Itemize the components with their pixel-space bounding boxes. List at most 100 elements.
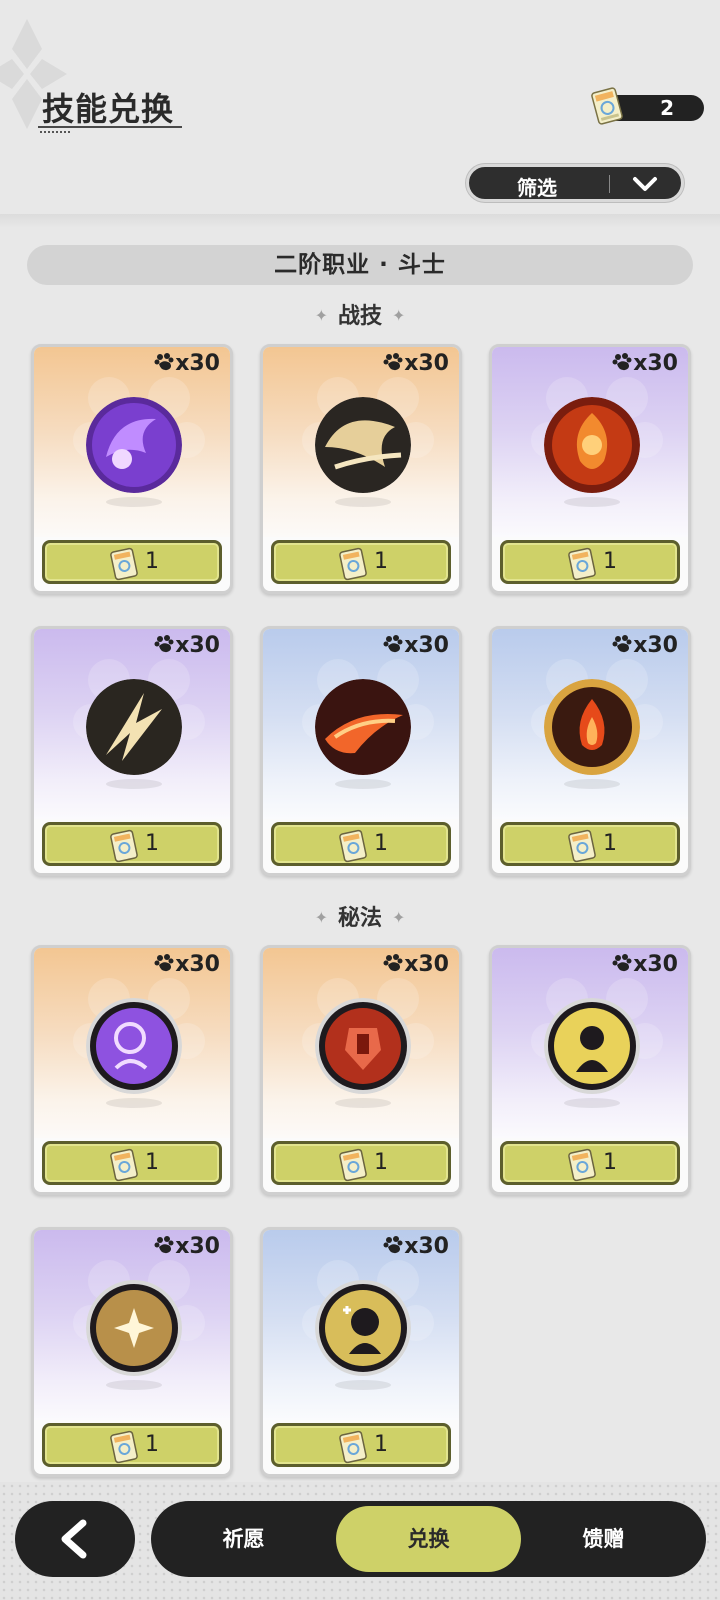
red-armor-emblem-icon [315,998,411,1094]
skill-card[interactable]: x30 1 [489,626,691,876]
title-underline [38,126,182,128]
section-heading-combat: ✦ 战技 ✦ [0,298,720,330]
skill-card[interactable]: x30 1 [489,344,691,594]
skill-ticket-icon [110,1430,138,1464]
orb-shadow [335,1098,391,1108]
bottom-tab-bar: 祈愿 兑换 馈赠 [151,1501,706,1577]
tab-exchange[interactable]: 兑换 [336,1506,521,1572]
chevron-left-icon [61,1519,87,1559]
sparkle-icon: ✦ [392,306,406,325]
paw-token-icon [154,954,174,972]
exchange-price: 1 [603,1150,617,1175]
skill-ticket-icon [339,829,367,863]
exchange-button[interactable]: 1 [271,1141,451,1185]
orb-shadow [335,1380,391,1390]
back-button[interactable] [15,1501,135,1577]
card-cost-value: x30 [175,952,220,977]
card-cost: x30 [154,633,220,658]
skill-ticket-icon [568,547,596,581]
flame-ring-orb-icon [544,679,640,775]
skill-card[interactable]: x30 1 [489,945,691,1195]
purple-spirit-emblem-icon [86,998,182,1094]
tab-gift[interactable]: 馈赠 [531,1501,676,1577]
orb-shadow [335,497,391,507]
page-title: 技能兑换 [42,90,175,128]
exchange-price: 1 [374,1150,388,1175]
card-cost: x30 [383,351,449,376]
sparkle-icon: ✦ [392,908,406,927]
exchange-button[interactable]: 1 [271,540,451,584]
tab-pray[interactable]: 祈愿 [171,1501,316,1577]
orb-shadow [106,497,162,507]
skill-card[interactable]: x30 1 [31,945,233,1195]
orb-shadow [106,1098,162,1108]
chevron-down-icon [633,177,657,191]
paw-token-icon [383,954,403,972]
flame-sigil-orb-icon [544,397,640,493]
filter-button[interactable]: 筛选 [466,164,684,202]
paw-token-icon [612,353,632,371]
exchange-button[interactable]: 1 [42,540,222,584]
skill-ticket-icon [591,87,623,125]
exchange-button[interactable]: 1 [500,1141,680,1185]
card-cost: x30 [154,1234,220,1259]
card-cost: x30 [383,633,449,658]
exchange-button[interactable]: 1 [42,1423,222,1467]
exchange-price: 1 [603,831,617,856]
section-heading-arcane: ✦ 秘法 ✦ [0,900,720,932]
skill-card[interactable]: x30 1 [260,344,462,594]
card-cost-value: x30 [175,351,220,376]
paw-token-icon [383,635,403,653]
golden-aura-emblem-icon [544,998,640,1094]
skill-card[interactable]: x30 1 [31,344,233,594]
exchange-price: 1 [145,1432,159,1457]
card-cost: x30 [612,952,678,977]
exchange-button[interactable]: 1 [500,822,680,866]
exchange-button[interactable]: 1 [42,1141,222,1185]
sparkle-icon: ✦ [314,306,328,325]
skill-card[interactable]: x30 1 [31,626,233,876]
filter-label: 筛选 [517,176,557,200]
exchange-button[interactable]: 1 [500,540,680,584]
card-cost: x30 [154,351,220,376]
card-cost-value: x30 [175,633,220,658]
paw-token-icon [154,635,174,653]
exchange-price: 1 [374,831,388,856]
paw-token-icon [612,954,632,972]
exchange-price: 1 [145,1150,159,1175]
golden-shield-emblem-icon [315,1280,411,1376]
card-cost: x30 [612,351,678,376]
lightning-slash-orb-icon [86,679,182,775]
skill-card[interactable]: x30 1 [260,1227,462,1477]
card-cost-value: x30 [404,633,449,658]
card-cost: x30 [154,952,220,977]
skill-ticket-icon [568,1148,596,1182]
skill-card[interactable]: x30 1 [260,626,462,876]
skill-ticket-icon [110,829,138,863]
orb-shadow [335,779,391,789]
skill-ticket-icon [568,829,596,863]
exchange-button[interactable]: 1 [271,1423,451,1467]
paw-token-icon [154,353,174,371]
card-cost-value: x30 [633,351,678,376]
card-cost-value: x30 [404,1234,449,1259]
paw-token-icon [383,353,403,371]
exchange-price: 1 [145,831,159,856]
purple-swirl-orb-icon [86,397,182,493]
exchange-button[interactable]: 1 [42,822,222,866]
category-banner: 二阶职业 · 斗士 [27,245,693,285]
card-cost: x30 [612,633,678,658]
exchange-button[interactable]: 1 [271,822,451,866]
orb-shadow [564,497,620,507]
skill-ticket-icon [110,547,138,581]
card-cost-value: x30 [404,351,449,376]
skill-card[interactable]: x30 1 [260,945,462,1195]
currency-counter: 2 [591,87,704,125]
skill-ticket-icon [339,547,367,581]
orb-shadow [106,779,162,789]
exchange-price: 1 [145,549,159,574]
skill-card[interactable]: x30 1 [31,1227,233,1477]
section-label: 战技 [337,304,382,329]
paw-token-icon [154,1236,174,1254]
currency-value: 2 [660,96,674,120]
